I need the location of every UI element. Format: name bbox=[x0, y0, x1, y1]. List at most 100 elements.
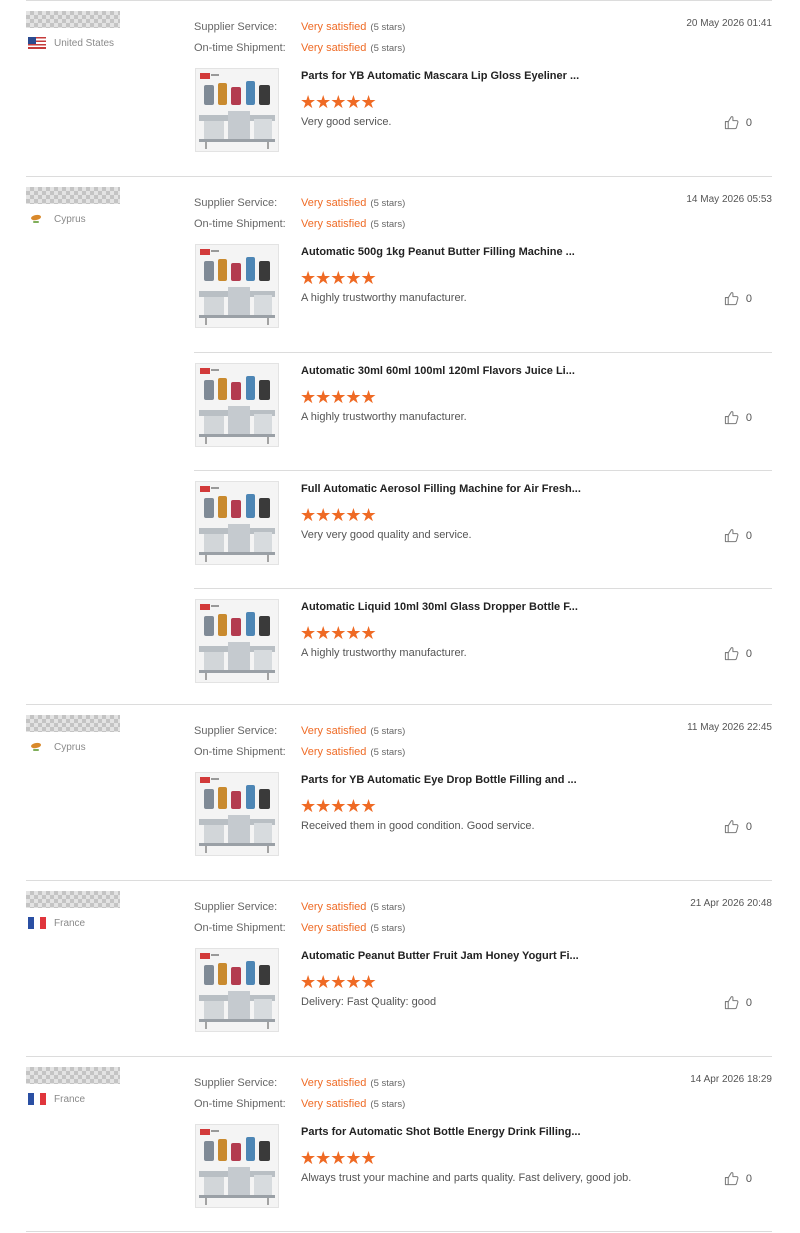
ontime-shipment-rating: On-time Shipment: Very satisfied (5 stars) bbox=[194, 214, 405, 235]
thumbs-up-icon bbox=[724, 1171, 746, 1186]
ontime-shipment-stars: (5 stars) bbox=[370, 1099, 406, 1110]
product-thumbnail[interactable] bbox=[195, 244, 279, 328]
product-name-link[interactable]: Automatic 30ml 60ml 100ml 120ml Flavors … bbox=[301, 365, 575, 377]
ontime-shipment-label: On-time Shipment: bbox=[194, 42, 286, 54]
like-count: 0 bbox=[745, 292, 752, 305]
reviewed-product: Parts for Automatic Shot Bottle Energy D… bbox=[194, 1124, 772, 1233]
review-ratings: Supplier Service: Very satisfied (5 stars)… bbox=[194, 897, 405, 939]
supplier-service-rating: Supplier Service: Very satisfied (5 stars) bbox=[194, 721, 405, 742]
ontime-shipment-value: Very satisfied bbox=[301, 218, 367, 230]
product-star-rating: ★★★★★ bbox=[300, 623, 377, 643]
review-comment: Very good service. bbox=[301, 116, 392, 128]
supplier-service-label: Supplier Service: bbox=[194, 1077, 278, 1089]
review-comment: Very very good quality and service. bbox=[301, 529, 472, 541]
product-name-link[interactable]: Parts for YB Automatic Eye Drop Bottle F… bbox=[301, 774, 577, 786]
ontime-shipment-stars: (5 stars) bbox=[370, 923, 406, 934]
reviewed-product: Automatic Liquid 10ml 30ml Glass Dropper… bbox=[194, 588, 772, 705]
reviewed-product: Automatic Peanut Butter Fruit Jam Honey … bbox=[194, 948, 772, 1065]
product-name-link[interactable]: Automatic 500g 1kg Peanut Butter Filling… bbox=[301, 246, 575, 258]
ontime-shipment-label: On-time Shipment: bbox=[194, 1098, 286, 1110]
like-button[interactable]: 0 bbox=[724, 528, 752, 543]
ontime-shipment-label: On-time Shipment: bbox=[194, 218, 286, 230]
supplier-service-value: Very satisfied bbox=[301, 901, 367, 913]
review-comment: Received them in good condition. Good se… bbox=[301, 820, 535, 832]
reviewed-product: Automatic 30ml 60ml 100ml 120ml Flavors … bbox=[194, 352, 772, 469]
product-thumbnail[interactable] bbox=[195, 772, 279, 856]
country-flag-icon bbox=[28, 1093, 46, 1105]
review-comment: Always trust your machine and parts qual… bbox=[301, 1172, 632, 1184]
supplier-service-label: Supplier Service: bbox=[194, 197, 278, 209]
review-card: Cyprus 11 May 2026 22:45 Supplier Servic… bbox=[26, 704, 772, 880]
review-card: Cyprus 14 May 2026 05:53 Supplier Servic… bbox=[26, 176, 772, 704]
product-thumbnail[interactable] bbox=[195, 1124, 279, 1208]
product-thumbnail[interactable] bbox=[195, 948, 279, 1032]
supplier-service-rating: Supplier Service: Very satisfied (5 stars) bbox=[194, 17, 405, 38]
ontime-shipment-stars: (5 stars) bbox=[370, 747, 406, 758]
product-name-link[interactable]: Automatic Peanut Butter Fruit Jam Honey … bbox=[301, 950, 579, 962]
like-button[interactable]: 0 bbox=[724, 1171, 752, 1186]
review-comment: Delivery: Fast Quality: good bbox=[301, 996, 437, 1008]
review-card: France 21 Apr 2026 20:48 Supplier Servic… bbox=[26, 880, 772, 1056]
ontime-shipment-stars: (5 stars) bbox=[370, 219, 406, 230]
reviewed-product: Parts for YB Automatic Mascara Lip Gloss… bbox=[194, 68, 772, 185]
like-button[interactable]: 0 bbox=[724, 995, 752, 1010]
product-name-link[interactable]: Parts for YB Automatic Mascara Lip Gloss… bbox=[301, 70, 579, 82]
supplier-service-value: Very satisfied bbox=[301, 725, 367, 737]
ontime-shipment-rating: On-time Shipment: Very satisfied (5 stars) bbox=[194, 742, 405, 763]
product-name-link[interactable]: Automatic Liquid 10ml 30ml Glass Dropper… bbox=[301, 601, 578, 613]
country-flag-icon bbox=[28, 917, 46, 929]
review-comment: A highly trustworthy manufacturer. bbox=[301, 647, 467, 659]
review-comment: A highly trustworthy manufacturer. bbox=[301, 292, 467, 304]
like-count: 0 bbox=[745, 820, 752, 833]
review-date: 20 May 2026 01:41 bbox=[686, 18, 772, 29]
ontime-shipment-label: On-time Shipment: bbox=[194, 746, 286, 758]
country-flag-icon bbox=[30, 213, 44, 225]
supplier-service-value: Very satisfied bbox=[301, 21, 367, 33]
product-star-rating: ★★★★★ bbox=[300, 505, 377, 525]
product-thumbnail[interactable] bbox=[195, 363, 279, 447]
ontime-shipment-stars: (5 stars) bbox=[370, 43, 406, 54]
product-star-rating: ★★★★★ bbox=[300, 92, 377, 112]
supplier-service-label: Supplier Service: bbox=[194, 725, 278, 737]
product-star-rating: ★★★★★ bbox=[300, 268, 377, 288]
ontime-shipment-label: On-time Shipment: bbox=[194, 922, 286, 934]
supplier-service-stars: (5 stars) bbox=[370, 22, 406, 33]
buyer-info: Cyprus bbox=[26, 187, 176, 225]
ontime-shipment-rating: On-time Shipment: Very satisfied (5 stars) bbox=[194, 1094, 405, 1115]
product-thumbnail[interactable] bbox=[195, 599, 279, 683]
review-ratings: Supplier Service: Very satisfied (5 stars)… bbox=[194, 17, 405, 59]
masked-buyer-name bbox=[26, 891, 120, 908]
product-star-rating: ★★★★★ bbox=[300, 1148, 377, 1168]
product-thumbnail[interactable] bbox=[195, 481, 279, 565]
like-button[interactable]: 0 bbox=[724, 819, 752, 834]
supplier-service-rating: Supplier Service: Very satisfied (5 stars) bbox=[194, 1073, 405, 1094]
buyer-info: United States bbox=[26, 11, 176, 49]
ontime-shipment-rating: On-time Shipment: Very satisfied (5 stars) bbox=[194, 918, 405, 939]
product-name-link[interactable]: Parts for Automatic Shot Bottle Energy D… bbox=[301, 1126, 581, 1138]
like-count: 0 bbox=[745, 411, 752, 424]
review-date: 14 Apr 2026 18:29 bbox=[690, 1074, 772, 1085]
like-button[interactable]: 0 bbox=[724, 410, 752, 425]
masked-buyer-name bbox=[26, 1067, 120, 1084]
reviewed-product: Parts for YB Automatic Eye Drop Bottle F… bbox=[194, 772, 772, 889]
country-name: France bbox=[54, 1093, 86, 1105]
masked-buyer-name bbox=[26, 11, 120, 28]
review-comment: A highly trustworthy manufacturer. bbox=[301, 411, 467, 423]
product-name-link[interactable]: Full Automatic Aerosol Filling Machine f… bbox=[301, 483, 581, 495]
masked-buyer-name bbox=[26, 715, 120, 732]
buyer-country: France bbox=[26, 1093, 176, 1105]
product-thumbnail[interactable] bbox=[195, 68, 279, 152]
like-button[interactable]: 0 bbox=[724, 291, 752, 306]
reviewed-product: Automatic 500g 1kg Peanut Butter Filling… bbox=[194, 244, 772, 361]
like-button[interactable]: 0 bbox=[724, 646, 752, 661]
like-count: 0 bbox=[745, 1172, 752, 1185]
ontime-shipment-value: Very satisfied bbox=[301, 1098, 367, 1110]
ontime-shipment-value: Very satisfied bbox=[301, 746, 367, 758]
like-count: 0 bbox=[745, 116, 752, 129]
supplier-service-rating: Supplier Service: Very satisfied (5 stars) bbox=[194, 897, 405, 918]
like-button[interactable]: 0 bbox=[724, 115, 752, 130]
like-count: 0 bbox=[745, 647, 752, 660]
buyer-country: Cyprus bbox=[26, 213, 176, 225]
thumbs-up-icon bbox=[724, 410, 746, 425]
product-star-rating: ★★★★★ bbox=[300, 387, 377, 407]
